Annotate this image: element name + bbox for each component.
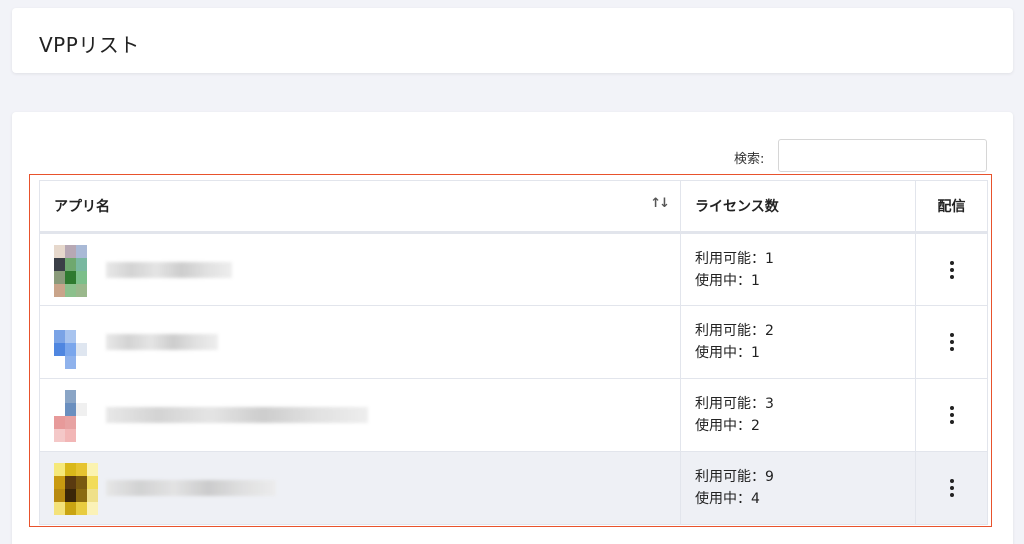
page-title: VPPリスト	[39, 33, 140, 57]
highlight-annotation-box	[29, 174, 992, 527]
search-input[interactable]	[778, 139, 987, 172]
vpp-list-card: 検索: アプリ名 ↑↓ ライセンス数 配信 利用可能：1 使用中：1 利用可能：…	[12, 112, 1013, 544]
search-label: 検索:	[734, 152, 765, 167]
header-card: VPPリスト	[12, 8, 1013, 73]
